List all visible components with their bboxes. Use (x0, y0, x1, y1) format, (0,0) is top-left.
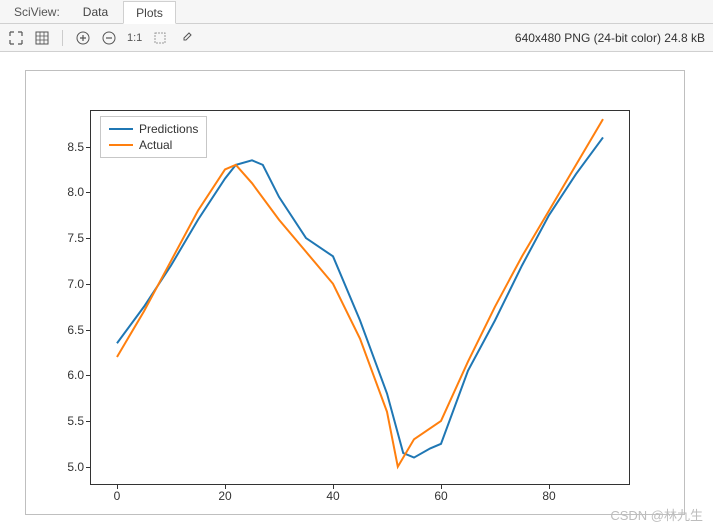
ytick-label: 8.5 (50, 140, 84, 154)
legend-swatch (109, 128, 133, 130)
xtick-label: 0 (114, 489, 121, 503)
tab-data[interactable]: Data (70, 0, 121, 23)
legend-swatch (109, 144, 133, 146)
selection-icon[interactable] (152, 30, 168, 46)
legend-item-actual: Actual (109, 137, 198, 153)
watermark: CSDN @林九生 (610, 505, 703, 524)
one-to-one[interactable]: 1:1 (127, 32, 142, 44)
separator (62, 30, 63, 46)
xtick-label: 60 (434, 489, 447, 503)
legend: Predictions Actual (100, 116, 207, 158)
toolbar: 1:1 640x480 PNG (24-bit color) 24.8 kB (0, 24, 713, 52)
xtick-label: 20 (218, 489, 231, 503)
tab-plots[interactable]: Plots (123, 1, 176, 24)
xtick-label: 80 (542, 489, 555, 503)
xtick-label: 40 (326, 489, 339, 503)
sciview-label: SciView: (6, 5, 68, 19)
image-status: 640x480 PNG (24-bit color) 24.8 kB (515, 31, 705, 45)
ytick-label: 8.0 (50, 185, 84, 199)
ytick-label: 5.5 (50, 414, 84, 428)
ytick-label: 5.0 (50, 460, 84, 474)
ytick-label: 7.5 (50, 231, 84, 245)
eyedropper-icon[interactable] (178, 30, 194, 46)
legend-item-predictions: Predictions (109, 121, 198, 137)
fit-icon[interactable] (8, 30, 24, 46)
zoom-out-icon[interactable] (101, 30, 117, 46)
ytick-label: 6.5 (50, 323, 84, 337)
tab-bar: SciView: Data Plots (0, 0, 713, 24)
ytick-label: 6.0 (50, 368, 84, 382)
zoom-in-icon[interactable] (75, 30, 91, 46)
ytick-label: 7.0 (50, 277, 84, 291)
legend-label: Predictions (139, 122, 198, 136)
grid-icon[interactable] (34, 30, 50, 46)
plot-area: Predictions Actual 5.05.56.06.57.07.58.0… (90, 110, 630, 485)
chart-lines (90, 110, 630, 485)
legend-label: Actual (139, 138, 172, 152)
